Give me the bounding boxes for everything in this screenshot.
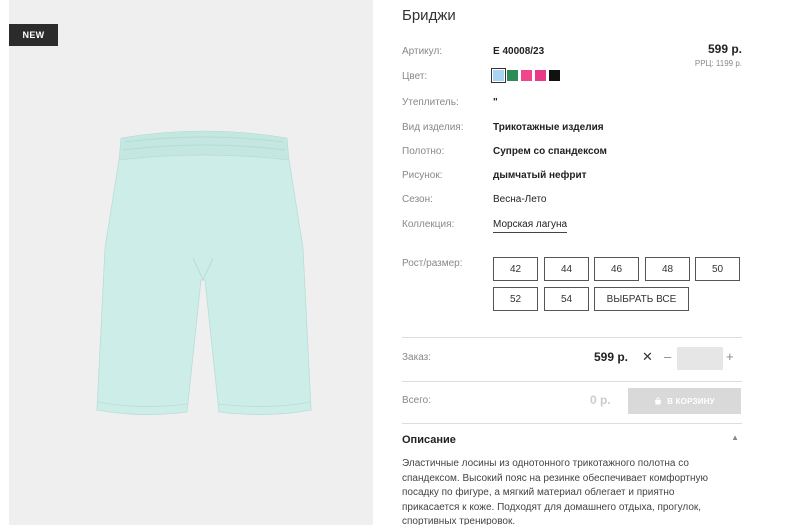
collection-row: Коллекция: Морская лагуна <box>402 219 742 235</box>
article-label: Артикул: <box>402 46 443 57</box>
size-button-54[interactable]: 54 <box>544 287 589 311</box>
total-label: Всего: <box>402 395 431 406</box>
fabric-label: Полотно: <box>402 146 445 157</box>
size-button-44[interactable]: 44 <box>544 257 589 281</box>
type-label: Вид изделия: <box>402 122 464 133</box>
insulation-value: " <box>493 97 498 108</box>
type-value: Трикотажные изделия <box>493 122 604 133</box>
color-swatches <box>491 68 560 83</box>
collection-link[interactable]: Морская лагуна <box>493 219 568 233</box>
order-label: Заказ: <box>402 352 432 363</box>
article-row: Артикул: Е 40008/23 <box>402 46 742 62</box>
color-swatch[interactable] <box>507 70 518 81</box>
quantity-input[interactable] <box>677 347 723 370</box>
divider <box>402 423 742 424</box>
description-title[interactable]: Описание <box>402 434 456 446</box>
fabric-row: Полотно: Супрем со спандексом <box>402 146 742 162</box>
product-title: Бриджи <box>402 7 456 24</box>
pattern-label: Рисунок: <box>402 170 443 181</box>
product-image[interactable] <box>89 128 319 433</box>
bag-icon <box>655 397 662 405</box>
decrease-quantity-button[interactable]: – <box>664 349 671 364</box>
add-to-cart-button[interactable]: В КОРЗИНУ <box>628 388 741 414</box>
product-info: Бриджи 599 р. РРЦ: 1199 р. Артикул: Е 40… <box>402 0 742 525</box>
size-button-50[interactable]: 50 <box>695 257 740 281</box>
color-swatch[interactable] <box>535 70 546 81</box>
product-image-panel: NEW <box>9 0 373 525</box>
pattern-row: Рисунок: дымчатый нефрит <box>402 170 742 186</box>
total-price: 0 р. <box>590 393 611 407</box>
size-label: Рост/размер: <box>402 258 463 269</box>
season-label: Сезон: <box>402 194 433 205</box>
fabric-value: Супрем со спандексом <box>493 146 607 157</box>
description-text: Эластичные лосины из однотонного трикота… <box>402 458 708 525</box>
season-value: Весна-Лето <box>493 194 547 205</box>
divider <box>402 381 742 382</box>
order-price: 599 р. <box>594 350 629 364</box>
divider <box>402 337 742 338</box>
insulation-label: Утеплитель: <box>402 97 459 108</box>
size-button-48[interactable]: 48 <box>645 257 690 281</box>
add-to-cart-label: В КОРЗИНУ <box>667 396 715 406</box>
size-button-52[interactable]: 52 <box>493 287 538 311</box>
season-row: Сезон: Весна-Лето <box>402 194 742 210</box>
article-value: Е 40008/23 <box>493 46 545 57</box>
insulation-row: Утеплитель: " <box>402 97 742 113</box>
color-swatch[interactable] <box>491 68 506 83</box>
size-button-42[interactable]: 42 <box>493 257 538 281</box>
color-swatch[interactable] <box>549 70 560 81</box>
size-button-46[interactable]: 46 <box>594 257 639 281</box>
color-row: Цвет: <box>402 68 742 87</box>
select-all-sizes-button[interactable]: ВЫБРАТЬ ВСЕ <box>594 287 689 311</box>
multiply-icon: ✕ <box>642 349 653 364</box>
type-row: Вид изделия: Трикотажные изделия <box>402 122 742 138</box>
color-swatch[interactable] <box>521 70 532 81</box>
color-label: Цвет: <box>402 71 428 82</box>
pattern-value: дымчатый нефрит <box>493 170 587 181</box>
new-badge: NEW <box>9 24 58 46</box>
collapse-description-icon[interactable]: ▲ <box>731 433 739 442</box>
increase-quantity-button[interactable]: + <box>726 349 734 364</box>
collection-label: Коллекция: <box>402 219 455 230</box>
